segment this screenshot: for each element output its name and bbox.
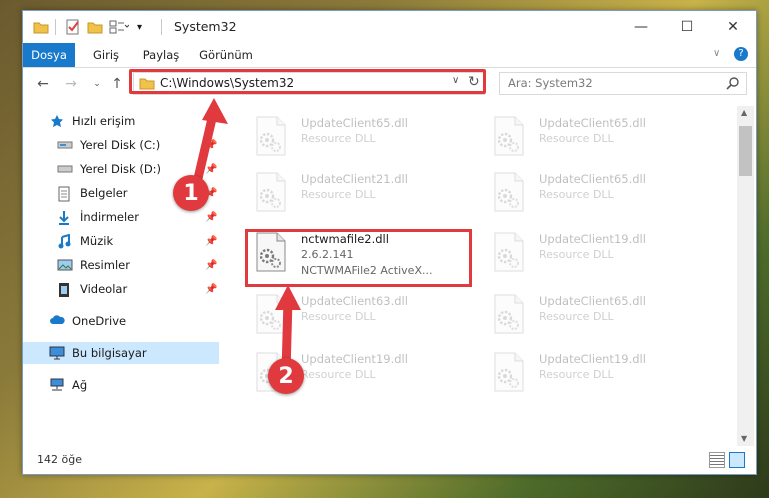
step-badge-2: 2 [268,358,304,394]
step-badge-1: 1 [173,175,209,211]
annotation-arrows [191,98,301,377]
